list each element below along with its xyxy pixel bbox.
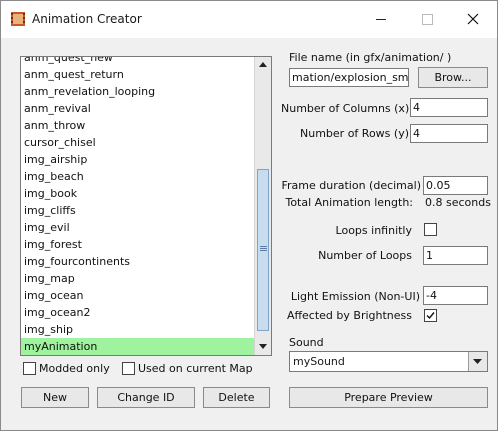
sound-select-value: mySound <box>293 355 345 368</box>
grip-icon <box>260 246 267 252</box>
modded-only-checkbox[interactable] <box>23 362 36 375</box>
list-item[interactable]: anm_quest_return <box>21 66 254 83</box>
list-item[interactable]: img_book <box>21 185 254 202</box>
file-name-label: File name (in gfx/animation/ ) <box>289 51 452 64</box>
sound-dropdown-button[interactable] <box>468 352 487 371</box>
total-length-value: 0.8 seconds <box>425 196 491 209</box>
close-button[interactable] <box>450 1 496 38</box>
window-title: Animation Creator <box>32 12 142 26</box>
list-item[interactable]: anm_throw <box>21 117 254 134</box>
list-item[interactable]: img_ocean <box>21 287 254 304</box>
list-item[interactable]: img_ocean2 <box>21 304 254 321</box>
affected-brightness-checkbox[interactable] <box>424 309 437 322</box>
loops-infinitely-checkbox[interactable] <box>424 223 437 236</box>
change-id-button[interactable]: Change ID <box>97 387 195 408</box>
scroll-down-button[interactable] <box>255 339 271 355</box>
arrow-up-icon <box>259 62 267 67</box>
columns-label: Number of Columns (x) <box>281 102 410 115</box>
used-on-map-label: Used on current Map <box>138 362 253 375</box>
list-item[interactable]: img_forest <box>21 236 254 253</box>
list-item[interactable]: myAnimation <box>21 338 254 355</box>
frame-duration-input[interactable]: 0.05 <box>423 176 488 195</box>
prepare-preview-button[interactable]: Prepare Preview <box>289 387 488 408</box>
minimize-button[interactable] <box>358 1 404 38</box>
animation-list-items: anm_quest_new anm_quest_return anm_revelat… <box>21 57 254 355</box>
list-item[interactable]: img_airship <box>21 151 254 168</box>
close-icon <box>467 13 479 25</box>
rows-input[interactable]: 4 <box>410 124 488 143</box>
animation-list[interactable]: anm_quest_new anm_quest_return anm_revelat… <box>20 56 272 356</box>
maximize-icon <box>422 14 433 25</box>
columns-input[interactable]: 4 <box>410 98 488 117</box>
sound-label: Sound <box>289 336 324 349</box>
loops-count-label: Number of Loops <box>318 249 412 262</box>
film-strip-icon <box>11 12 25 26</box>
maximize-button[interactable] <box>404 1 450 38</box>
loops-infinitely-label: Loops infinitly <box>335 224 412 237</box>
frame-duration-label: Frame duration (decimal) <box>281 179 421 192</box>
list-item[interactable]: anm_revival <box>21 100 254 117</box>
list-item[interactable]: cursor_chisel <box>21 134 254 151</box>
list-scrollbar[interactable] <box>254 57 271 355</box>
title-bar: Animation Creator <box>1 1 497 38</box>
sound-select[interactable]: mySound <box>289 351 488 372</box>
light-emission-label: Light Emission (Non-UI) <box>290 290 420 303</box>
list-item[interactable]: anm_quest_new <box>21 57 254 66</box>
total-length-label: Total Animation length: <box>285 196 413 209</box>
rows-label: Number of Rows (y) <box>300 127 409 140</box>
list-item[interactable]: img_ship <box>21 321 254 338</box>
modded-only-label: Modded only <box>39 362 110 375</box>
new-button[interactable]: New <box>21 387 89 408</box>
animation-creator-window: Animation Creator anm_quest_new anm_quest… <box>0 0 498 431</box>
list-item[interactable]: img_evil <box>21 219 254 236</box>
list-item[interactable]: anm_revelation_looping <box>21 83 254 100</box>
scroll-up-button[interactable] <box>255 57 271 73</box>
list-item[interactable]: img_cliffs <box>21 202 254 219</box>
loops-count-input[interactable]: 1 <box>423 246 488 265</box>
file-name-input[interactable]: mation/explosion_small1 <box>289 68 409 87</box>
minimize-icon <box>376 19 386 20</box>
delete-button[interactable]: Delete <box>203 387 270 408</box>
arrow-down-icon <box>259 344 267 349</box>
list-item[interactable]: img_beach <box>21 168 254 185</box>
used-on-map-checkbox[interactable] <box>122 362 135 375</box>
checkmark-icon <box>426 312 435 320</box>
chevron-down-icon <box>473 359 482 364</box>
list-item[interactable]: img_fourcontinents <box>21 253 254 270</box>
browse-button[interactable]: Brow... <box>418 67 488 88</box>
scroll-thumb[interactable] <box>257 169 269 331</box>
affected-brightness-label: Affected by Brightness <box>286 309 412 322</box>
light-emission-input[interactable]: -4 <box>423 286 488 305</box>
list-item[interactable]: img_map <box>21 270 254 287</box>
